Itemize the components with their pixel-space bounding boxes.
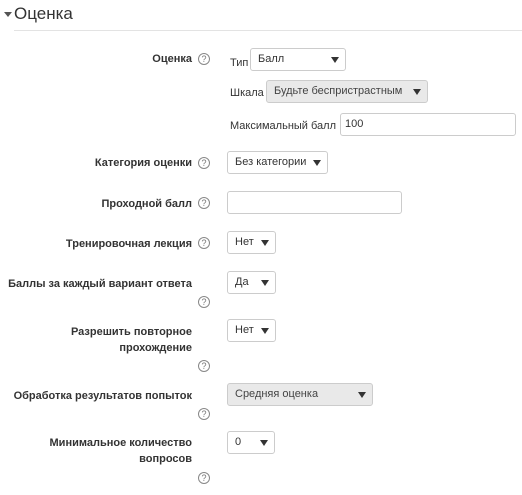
passing-input[interactable]: [227, 191, 402, 214]
section-divider: [14, 30, 522, 31]
retake-value: Нет: [235, 324, 254, 336]
passing-label: Проходной балл: [101, 198, 192, 210]
help-icon[interactable]: ?: [198, 472, 210, 484]
practice-value: Нет: [235, 236, 254, 248]
grade-type-label: Тип: [230, 57, 249, 69]
handling-label: Обработка результатов попыток: [13, 390, 192, 402]
grade-max-label: Максимальный балл: [230, 120, 336, 132]
caret-down-icon[interactable]: [4, 12, 12, 17]
chevron-down-icon: [313, 160, 321, 166]
section-header-grade[interactable]: Оценка: [0, 0, 522, 32]
retake-label-line2: прохождение: [119, 342, 192, 354]
category-value: Без категории: [235, 156, 307, 168]
chevron-down-icon: [261, 328, 269, 334]
custom-scoring-label: Баллы за каждый вариант ответа: [8, 278, 192, 290]
grade-type-value: Балл: [258, 53, 285, 65]
grade-scale-label: Шкала: [230, 87, 264, 99]
category-select[interactable]: Без категории: [227, 151, 328, 174]
help-icon[interactable]: ?: [198, 197, 210, 209]
grade-type-select[interactable]: Балл: [250, 48, 346, 71]
minquestions-label-line1: Минимальное количество: [49, 437, 192, 449]
handling-value: Средняя оценка: [235, 388, 319, 400]
custom-scoring-value: Да: [235, 276, 249, 288]
handling-select[interactable]: Средняя оценка: [227, 383, 373, 406]
help-icon[interactable]: ?: [198, 296, 210, 308]
category-label: Категория оценки: [94, 157, 192, 169]
help-icon[interactable]: ?: [198, 237, 210, 249]
chevron-down-icon: [260, 440, 268, 446]
grade-scale-value: Будьте беспристрастным: [274, 85, 403, 97]
retake-select[interactable]: Нет: [227, 319, 276, 342]
chevron-down-icon: [331, 57, 339, 63]
retake-label-line1: Разрешить повторное: [70, 326, 192, 338]
minquestions-label-line2: вопросов: [139, 453, 192, 465]
grade-max-input[interactable]: 100: [340, 113, 516, 136]
minquestions-select[interactable]: 0: [227, 431, 275, 454]
practice-label: Тренировочная лекция: [65, 238, 192, 250]
help-icon[interactable]: ?: [198, 53, 210, 65]
grade-label: Оценка: [152, 53, 192, 65]
chevron-down-icon: [413, 89, 421, 95]
practice-select[interactable]: Нет: [227, 231, 276, 254]
chevron-down-icon: [358, 392, 366, 398]
custom-scoring-select[interactable]: Да: [227, 271, 276, 294]
chevron-down-icon: [261, 240, 269, 246]
help-icon[interactable]: ?: [198, 360, 210, 372]
minquestions-value: 0: [235, 436, 242, 448]
chevron-down-icon: [261, 280, 269, 286]
help-icon[interactable]: ?: [198, 408, 210, 420]
section-title[interactable]: Оценка: [14, 4, 73, 24]
grade-scale-select[interactable]: Будьте беспристрастным: [266, 80, 428, 103]
help-icon[interactable]: ?: [198, 157, 210, 169]
